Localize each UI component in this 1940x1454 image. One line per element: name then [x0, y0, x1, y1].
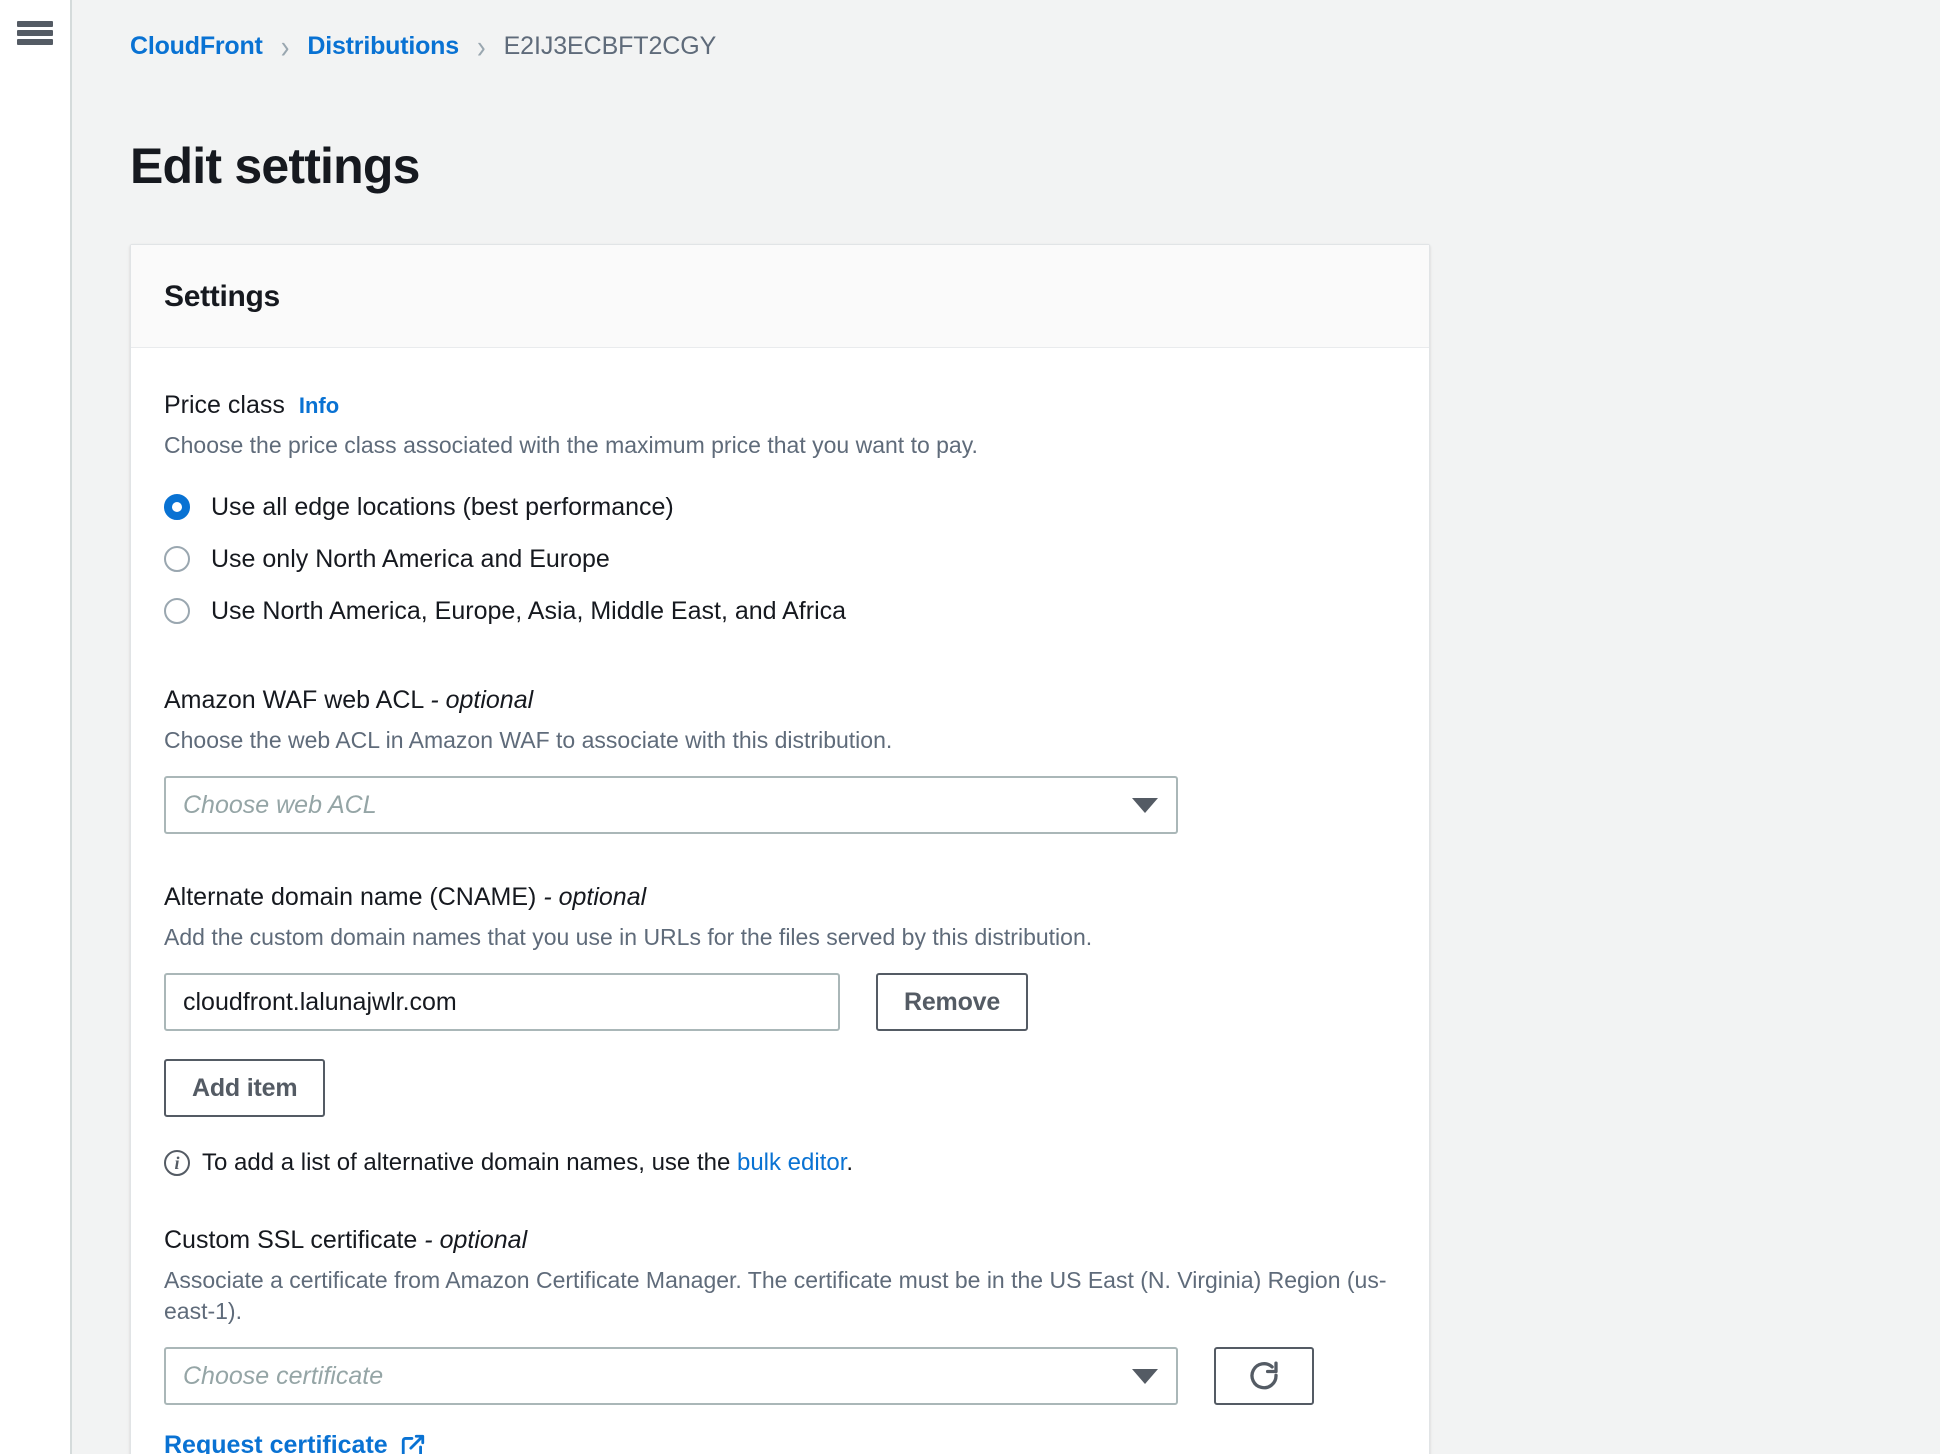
- custom-ssl-certificate-field: Custom SSL certificate - optional Associ…: [164, 1225, 1396, 1454]
- bulk-editor-link[interactable]: bulk editor: [737, 1149, 846, 1176]
- settings-card-title: Settings: [164, 280, 280, 313]
- waf-web-acl-label-row: Amazon WAF web ACL - optional: [164, 685, 1396, 715]
- hamburger-bar: [17, 39, 53, 45]
- price-class-field: Price class Info Choose the price class …: [164, 390, 1396, 637]
- settings-card-body: Price class Info Choose the price class …: [131, 348, 1429, 1454]
- cname-label: Alternate domain name (CNAME) - optional: [164, 883, 647, 912]
- external-link-icon: [400, 1433, 426, 1454]
- main-content: CloudFront › Distributions › E2IJ3ECBFT2…: [72, 0, 1940, 1454]
- hamburger-bar: [17, 21, 53, 27]
- ssl-description: Associate a certificate from Amazon Cert…: [164, 1267, 1387, 1325]
- price-class-option-na-eu[interactable]: Use only North America and Europe: [164, 533, 1396, 585]
- ssl-label-row: Custom SSL certificate - optional: [164, 1225, 1396, 1255]
- info-circle-icon: i: [164, 1150, 190, 1177]
- price-class-radio-group: Use all edge locations (best performance…: [164, 481, 1396, 637]
- breadcrumb-item-distributions[interactable]: Distributions: [307, 33, 459, 59]
- ssl-certificate-select[interactable]: Choose certificate: [164, 1347, 1178, 1406]
- cname-optional-suffix: - optional: [543, 883, 647, 912]
- left-navigation-rail: [0, 0, 72, 1454]
- cname-input[interactable]: cloudfront.lalunajwlr.com: [164, 973, 840, 1032]
- request-certificate-label: Request certificate: [164, 1431, 388, 1454]
- aws-console-edit-settings-page: CloudFront › Distributions › E2IJ3ECBFT2…: [0, 0, 1940, 1454]
- price-class-option-label: Use North America, Europe, Asia, Middle …: [211, 596, 847, 625]
- price-class-info-link[interactable]: Info: [299, 393, 339, 419]
- price-class-label-row: Price class Info: [164, 390, 1396, 420]
- breadcrumb: CloudFront › Distributions › E2IJ3ECBFT2…: [72, 0, 1940, 63]
- price-class-label: Price class: [164, 391, 285, 419]
- cname-description: Add the custom domain names that you use…: [164, 924, 1093, 951]
- breadcrumb-separator-icon: ›: [476, 27, 486, 65]
- settings-card-header: Settings: [131, 245, 1429, 348]
- refresh-icon: [1246, 1358, 1282, 1394]
- price-class-description: Choose the price class associated with t…: [164, 432, 978, 458]
- alternate-domain-name-field: Alternate domain name (CNAME) - optional…: [164, 882, 1396, 1177]
- radio-unselected-icon: [164, 598, 190, 625]
- page-title: Edit settings: [130, 137, 420, 194]
- waf-web-acl-select[interactable]: Choose web ACL: [164, 776, 1178, 835]
- ssl-optional-suffix: - optional: [424, 1226, 528, 1255]
- price-class-option-na-eu-asia-me-africa[interactable]: Use North America, Europe, Asia, Middle …: [164, 585, 1396, 637]
- waf-web-acl-field: Amazon WAF web ACL - optional Choose the…: [164, 685, 1396, 835]
- ssl-refresh-button[interactable]: [1214, 1347, 1314, 1406]
- ssl-select-row: Choose certificate: [164, 1347, 1396, 1406]
- breadcrumb-item-cloudfront[interactable]: CloudFront: [130, 33, 263, 59]
- radio-selected-icon: [164, 494, 190, 521]
- waf-optional-suffix: - optional: [430, 686, 534, 715]
- radio-unselected-icon: [164, 546, 190, 573]
- request-certificate-link[interactable]: Request certificate: [164, 1431, 426, 1454]
- cname-bulk-editor-hint: i To add a list of alternative domain na…: [164, 1149, 1396, 1177]
- ssl-label: Custom SSL certificate - optional: [164, 1226, 528, 1255]
- cname-label-row: Alternate domain name (CNAME) - optional: [164, 882, 1396, 912]
- waf-web-acl-label: Amazon WAF web ACL - optional: [164, 686, 534, 715]
- waf-web-acl-description: Choose the web ACL in Amazon WAF to asso…: [164, 727, 893, 754]
- breadcrumb-item-current: E2IJ3ECBFT2CGY: [503, 31, 717, 60]
- chevron-down-icon: [1132, 797, 1158, 813]
- breadcrumb-separator-icon: ›: [280, 27, 290, 65]
- hamburger-menu-icon[interactable]: [17, 18, 53, 48]
- price-class-option-all-edge[interactable]: Use all edge locations (best performance…: [164, 481, 1396, 533]
- price-class-option-label: Use all edge locations (best performance…: [211, 492, 674, 521]
- hamburger-bar: [17, 30, 53, 36]
- cname-remove-button[interactable]: Remove: [876, 973, 1029, 1032]
- cname-add-item-button[interactable]: Add item: [164, 1059, 326, 1118]
- price-class-option-label: Use only North America and Europe: [211, 544, 610, 573]
- ssl-certificate-select-placeholder: Choose certificate: [183, 1361, 384, 1390]
- settings-card: Settings Price class Info Choose the pri…: [130, 244, 1430, 1454]
- cname-hint-text: To add a list of alternative domain name…: [202, 1149, 854, 1177]
- chevron-down-icon: [1132, 1368, 1158, 1384]
- waf-web-acl-select-placeholder: Choose web ACL: [183, 790, 377, 819]
- cname-input-row: cloudfront.lalunajwlr.com Remove: [164, 973, 1396, 1032]
